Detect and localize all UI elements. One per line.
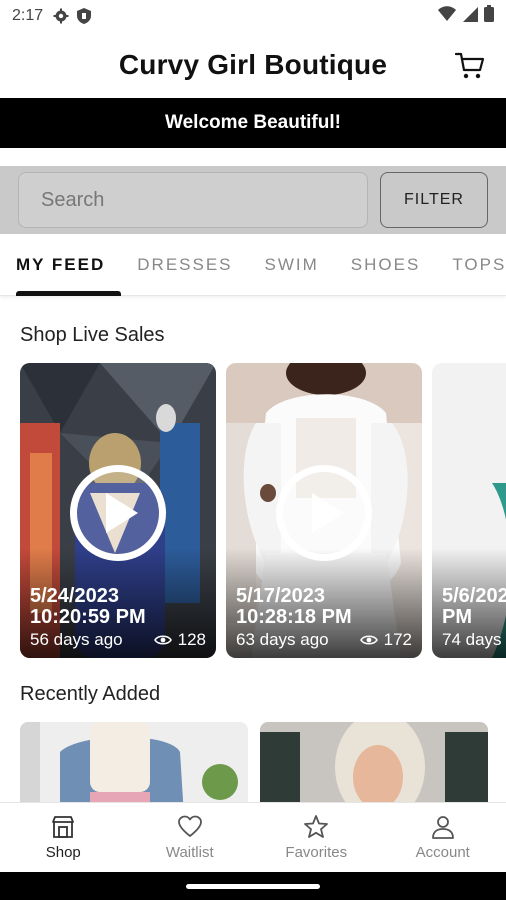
live-sale-datetime: 5/6/2023 PM [442,586,506,628]
live-sale-card[interactable]: 5/6/2023 PM 74 days ago [432,363,506,658]
nav-shop-label: Shop [45,844,81,861]
nav-account[interactable]: Account [380,803,506,872]
live-sale-card[interactable]: 5/17/2023 10:28:18 PM 63 days ago 172 [226,363,422,658]
settings-gear-icon [53,8,69,24]
live-sale-datetime: 5/24/2023 10:20:59 PM [30,586,146,628]
view-count: 172 [383,630,412,649]
battery-icon [484,5,494,27]
view-count: 128 [177,630,206,649]
live-sale-card[interactable]: 5/24/2023 10:20:59 PM 56 days ago 128 [20,363,216,658]
live-sale-meta: 74 days ago [442,630,506,650]
search-input[interactable] [18,172,368,228]
live-sale-time: PM [442,606,472,628]
live-sale-date: 5/24/2023 [30,585,119,607]
nav-favorites-label: Favorites [285,844,348,861]
nav-waitlist[interactable]: Waitlist [127,803,254,872]
welcome-text: Welcome Beautiful! [165,112,341,133]
live-sale-views: 128 [153,630,206,650]
play-icon[interactable] [276,465,372,561]
eye-icon [359,635,378,645]
cart-icon [455,52,485,79]
product-card[interactable] [260,722,488,802]
recently-added-carousel[interactable] [20,722,506,802]
shop-icon [52,816,75,838]
star-icon [304,815,329,838]
play-icon[interactable] [70,465,166,561]
live-sale-age: 63 days ago [236,630,329,649]
welcome-banner: Welcome Beautiful! [0,98,506,148]
nav-account-label: Account [415,844,470,861]
filter-button[interactable]: FILTER [380,172,488,228]
nav-favorites[interactable]: Favorites [253,803,380,872]
cart-button[interactable] [454,50,486,82]
live-sale-meta: 56 days ago 128 [30,630,206,650]
app-header: Curvy Girl Boutique [0,32,506,98]
nav-shop[interactable]: Shop [0,803,127,872]
tab-tops[interactable]: TOPS [436,234,506,296]
live-sale-time: 10:28:18 PM [236,606,352,628]
search-bar: FILTER [0,166,506,234]
home-gesture-handle[interactable] [186,883,320,889]
live-sale-date: 5/17/2023 [236,585,325,607]
gesture-navigation-bar [0,872,506,900]
nav-waitlist-label: Waitlist [165,844,214,861]
status-bar: 2:17 [0,0,506,32]
tab-dresses[interactable]: DRESSES [121,234,248,296]
live-sale-views: 172 [359,630,412,650]
status-time: 2:17 [12,7,44,24]
tab-swim[interactable]: SWIM [249,234,335,296]
live-sale-datetime: 5/17/2023 10:28:18 PM [236,586,352,628]
live-sale-age: 74 days ago [442,630,506,649]
status-right [438,5,494,27]
live-sales-carousel[interactable]: 5/24/2023 10:20:59 PM 56 days ago 128 5/… [20,363,506,658]
wifi-icon [438,5,456,27]
live-sale-date: 5/6/2023 [442,585,506,607]
recently-added-heading: Recently Added [20,683,161,705]
live-sales-heading: Shop Live Sales [20,324,165,346]
signal-icon [462,6,478,27]
bottom-navigation: Shop Waitlist Favorites Account [0,802,506,872]
product-thumbnail [260,722,488,802]
live-sale-age: 56 days ago [30,630,123,649]
app-title: Curvy Girl Boutique [118,49,388,80]
shield-icon [77,8,92,24]
eye-icon [153,635,172,645]
category-tabs: MY FEED DRESSES SWIM SHOES TOPS [0,234,506,296]
live-sale-time: 10:20:59 PM [30,606,146,628]
product-card[interactable] [20,722,248,802]
live-sale-meta: 63 days ago 172 [236,630,412,650]
tab-shoes[interactable]: SHOES [335,234,437,296]
person-icon [431,816,454,839]
product-thumbnail [20,722,248,802]
heart-icon [177,815,202,837]
tab-my-feed[interactable]: MY FEED [0,234,122,296]
